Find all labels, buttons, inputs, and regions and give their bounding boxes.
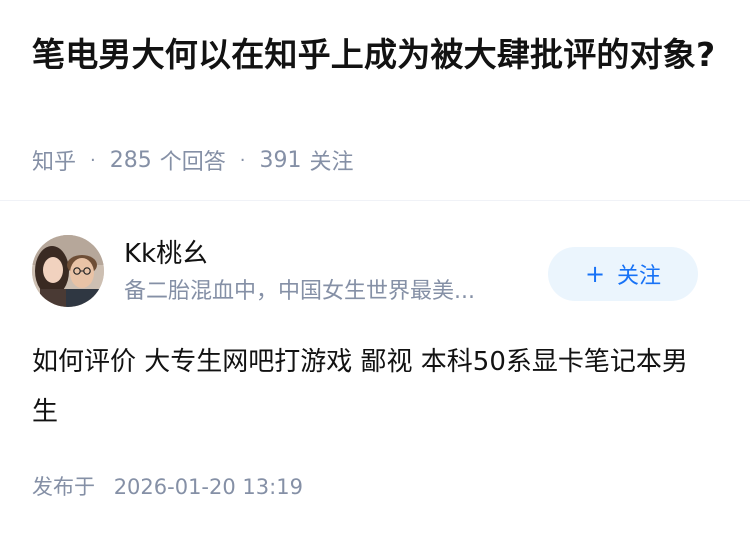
follower-count: 391: [259, 147, 302, 173]
published-info: 发布于 2026-01-20 13:19: [32, 471, 303, 501]
answer-count-label: 个回答: [159, 150, 226, 175]
answer-count: 285: [109, 147, 152, 173]
author-name[interactable]: Kk桃幺: [124, 237, 208, 271]
separator-dot: ·: [90, 149, 96, 171]
published-time: 2026-01-20 13:19: [113, 475, 303, 499]
follow-button-label: 关注: [617, 264, 662, 289]
question-title[interactable]: 笔电男大何以在知乎上成为被大肆批评的对象?: [32, 30, 722, 80]
follower-count-label: 关注: [309, 150, 354, 175]
published-label: 发布于: [32, 475, 95, 499]
plus-icon: +: [584, 260, 606, 288]
question-header: 笔电男大何以在知乎上成为被大肆批评的对象? 知乎 · 285 个回答 · 391…: [0, 0, 750, 200]
follow-button[interactable]: + 关注: [548, 247, 698, 301]
separator-dot: ·: [239, 149, 246, 171]
answer-content[interactable]: 如何评价 大专生网吧打游戏 鄙视 本科50系显卡笔记本男生: [32, 337, 712, 437]
source-label[interactable]: 知乎: [32, 144, 76, 176]
author-bio: 备二胎混血中，中国女生世界最美...: [124, 279, 475, 304]
answer-card: Kk桃幺 备二胎混血中，中国女生世界最美... + 关注 如何评价 大专生网吧打…: [0, 201, 750, 538]
question-meta: 知乎 · 285 个回答 · 391 关注: [32, 144, 354, 176]
avatar[interactable]: [32, 235, 104, 307]
avatar-image: [32, 235, 104, 307]
